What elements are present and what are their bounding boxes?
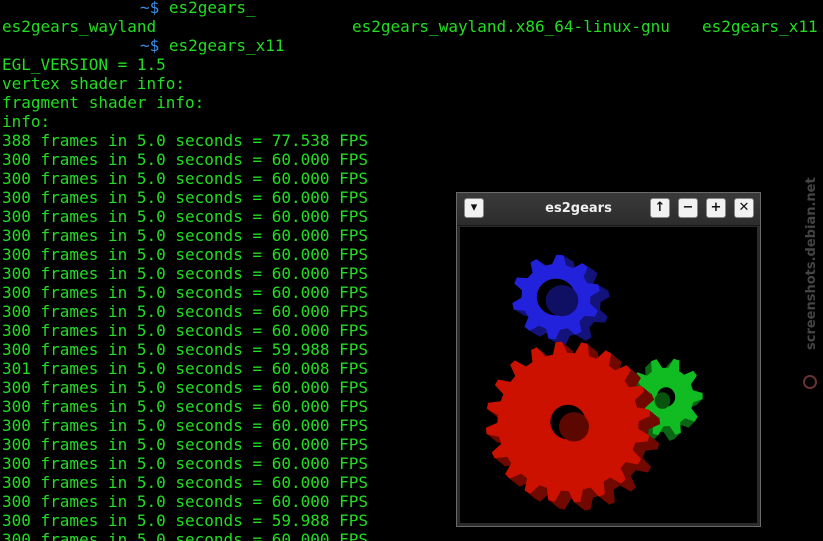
- minimize-button[interactable]: −: [678, 198, 698, 218]
- fps-line: 300 frames in 5.0 seconds = 60.000 FPS: [2, 302, 369, 321]
- fps-line: 300 frames in 5.0 seconds = 60.000 FPS: [2, 245, 369, 264]
- completion-item: es2gears_x11: [702, 17, 818, 36]
- fps-line: 300 frames in 5.0 seconds = 60.000 FPS: [2, 454, 369, 473]
- red-gear: [485, 341, 661, 511]
- fps-line: 301 frames in 5.0 seconds = 60.008 FPS: [2, 359, 369, 378]
- prompt-symbol: ~$: [140, 36, 160, 55]
- fps-line: 300 frames in 5.0 seconds = 59.988 FPS: [2, 340, 369, 359]
- fps-line: 300 frames in 5.0 seconds = 60.000 FPS: [2, 264, 369, 283]
- fps-line: 300 frames in 5.0 seconds = 60.000 FPS: [2, 492, 369, 511]
- fps-line: 300 frames in 5.0 seconds = 60.000 FPS: [2, 435, 369, 454]
- fps-line: 300 frames in 5.0 seconds = 60.000 FPS: [2, 416, 369, 435]
- blue-gear: [512, 254, 610, 346]
- typed-command: es2gears_x11: [159, 36, 285, 55]
- close-button[interactable]: ✕: [734, 198, 754, 218]
- vertex-info-line: vertex shader info:: [2, 74, 186, 93]
- fps-line: 300 frames in 5.0 seconds = 60.000 FPS: [2, 321, 369, 340]
- raise-button[interactable]: ↑: [650, 198, 670, 218]
- fps-line: 388 frames in 5.0 seconds = 77.538 FPS: [2, 131, 369, 150]
- gears-scene: [485, 254, 703, 511]
- maximize-button[interactable]: +: [706, 198, 726, 218]
- fps-line: 300 frames in 5.0 seconds = 60.000 FPS: [2, 207, 369, 226]
- prompt-symbol: ~$: [140, 0, 160, 17]
- gear-hole-wall: [559, 412, 589, 442]
- fps-line: 300 frames in 5.0 seconds = 60.000 FPS: [2, 378, 369, 397]
- window-titlebar[interactable]: ▾ es2gears ↑ − + ✕: [457, 193, 760, 226]
- prompt-line-1: ~$ es2gears_: [2, 0, 256, 17]
- es2gears-window[interactable]: ▾ es2gears ↑ − + ✕: [456, 192, 761, 527]
- egl-version-line: EGL_VERSION = 1.5: [2, 55, 166, 74]
- gears-render-area: [460, 227, 757, 523]
- fps-line: 300 frames in 5.0 seconds = 60.000 FPS: [2, 150, 369, 169]
- fps-line: 300 frames in 5.0 seconds = 60.000 FPS: [2, 169, 369, 188]
- fps-line: 300 frames in 5.0 seconds = 60.000 FPS: [2, 188, 369, 207]
- gear-hole-wall: [654, 392, 671, 409]
- completion-line: es2gears_wayland es2gears_wayland.x86_64…: [2, 17, 818, 36]
- watermark: screenshots.debian.net: [798, 150, 822, 395]
- fps-line: 300 frames in 5.0 seconds = 59.988 FPS: [2, 511, 369, 530]
- window-title: es2gears: [545, 201, 612, 216]
- watermark-text: screenshots.debian.net: [804, 177, 819, 350]
- typed-command: es2gears_: [159, 0, 256, 17]
- watermark-logo-icon: [803, 375, 817, 389]
- fps-line: 300 frames in 5.0 seconds = 60.000 FPS: [2, 226, 369, 245]
- fps-line: 300 frames in 5.0 seconds = 60.000 FPS: [2, 530, 369, 541]
- fragment-info-line: fragment shader info:: [2, 93, 205, 112]
- completion-item: es2gears_wayland.x86_64-linux-gnu: [352, 17, 670, 36]
- gear-hole-wall: [545, 284, 579, 317]
- prompt-line-2: ~$ es2gears_x11: [2, 36, 285, 55]
- completion-item: es2gears_wayland: [2, 17, 157, 36]
- fps-line: 300 frames in 5.0 seconds = 60.000 FPS: [2, 283, 369, 302]
- fps-line: 300 frames in 5.0 seconds = 60.000 FPS: [2, 473, 369, 492]
- fps-line: 300 frames in 5.0 seconds = 60.000 FPS: [2, 397, 369, 416]
- info-line: info:: [2, 112, 51, 131]
- window-menu-button[interactable]: ▾: [464, 198, 484, 218]
